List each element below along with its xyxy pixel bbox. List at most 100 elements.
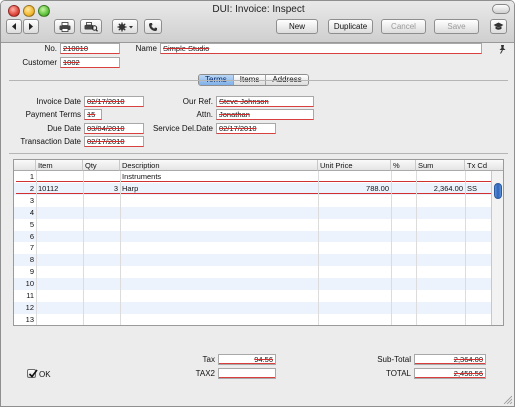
payment-terms-field[interactable]: 15: [84, 109, 102, 120]
description-cell[interactable]: [122, 231, 316, 243]
qty-cell[interactable]: [84, 254, 118, 266]
item-cell[interactable]: [38, 231, 82, 243]
percent-cell[interactable]: [393, 231, 414, 243]
new-button[interactable]: New: [276, 19, 318, 34]
tax-code-cell[interactable]: [467, 290, 489, 302]
sum-cell[interactable]: [418, 207, 463, 219]
percent-cell[interactable]: [393, 207, 414, 219]
unit-price-cell[interactable]: [320, 254, 389, 266]
item-cell[interactable]: [38, 302, 82, 314]
tax-code-cell[interactable]: [467, 231, 489, 243]
grid-header-sum[interactable]: Sum: [416, 160, 465, 171]
grid-header-unit-price[interactable]: Unit Price: [318, 160, 391, 171]
qty-cell[interactable]: [84, 242, 118, 254]
invoice-number-field[interactable]: 210010: [60, 43, 120, 54]
qty-cell[interactable]: [84, 207, 118, 219]
unit-price-cell[interactable]: [320, 195, 389, 207]
description-cell[interactable]: [122, 195, 316, 207]
table-row[interactable]: 3: [14, 195, 492, 207]
unit-price-cell[interactable]: [320, 314, 389, 325]
customer-field[interactable]: 1002: [60, 57, 120, 68]
tax-code-cell[interactable]: [467, 266, 489, 278]
grid-scrollbar[interactable]: [491, 171, 503, 325]
sum-cell[interactable]: [418, 266, 463, 278]
percent-cell[interactable]: [393, 219, 414, 231]
tax-code-cell[interactable]: [467, 207, 489, 219]
item-cell[interactable]: [38, 314, 82, 325]
service-del-date-field[interactable]: 02/17/2010: [216, 123, 276, 134]
item-cell[interactable]: [38, 254, 82, 266]
qty-cell[interactable]: [84, 231, 118, 243]
qty-cell[interactable]: [84, 314, 118, 325]
sum-cell[interactable]: [418, 254, 463, 266]
attn-field[interactable]: Jonathan: [216, 109, 314, 120]
description-cell[interactable]: [122, 242, 316, 254]
table-row[interactable]: 9: [14, 266, 492, 278]
table-row[interactable]: 5: [14, 219, 492, 231]
tax-code-cell[interactable]: [467, 254, 489, 266]
table-row[interactable]: 8: [14, 254, 492, 267]
table-row[interactable]: 11: [14, 290, 492, 302]
resize-grip-icon[interactable]: [502, 394, 512, 404]
qty-cell[interactable]: [84, 266, 118, 278]
percent-cell[interactable]: [393, 254, 414, 266]
qty-cell[interactable]: [84, 219, 118, 231]
table-row[interactable]: 6: [14, 230, 492, 243]
sum-cell[interactable]: [418, 231, 463, 243]
unit-price-cell[interactable]: [320, 231, 389, 243]
operations-menu-button[interactable]: [112, 19, 138, 34]
grid-header-description[interactable]: Description: [120, 160, 318, 171]
print-button[interactable]: [54, 19, 75, 34]
tax-code-cell[interactable]: [467, 278, 489, 290]
table-row[interactable]: 1 Instruments: [14, 171, 492, 183]
toolbar-toggle-button[interactable]: [492, 4, 510, 14]
qty-cell[interactable]: [84, 290, 118, 302]
unit-price-cell[interactable]: [320, 266, 389, 278]
description-cell[interactable]: [122, 290, 316, 302]
description-cell[interactable]: [122, 254, 316, 266]
item-cell[interactable]: [38, 242, 82, 254]
item-cell[interactable]: [38, 195, 82, 207]
save-button[interactable]: Save: [434, 19, 479, 34]
items-grid[interactable]: Item Qty Description Unit Price % Sum Tx…: [13, 159, 504, 326]
description-cell[interactable]: [122, 302, 316, 314]
unit-price-cell[interactable]: [320, 207, 389, 219]
previous-record-button[interactable]: [6, 19, 22, 34]
cancel-button[interactable]: Cancel: [381, 19, 426, 34]
percent-cell[interactable]: [393, 302, 414, 314]
description-cell[interactable]: [122, 278, 316, 290]
our-ref-field[interactable]: Steve Johnson: [216, 96, 314, 107]
unit-price-cell[interactable]: [320, 290, 389, 302]
description-cell[interactable]: [122, 314, 316, 325]
unit-price-cell[interactable]: [320, 242, 389, 254]
tax-code-cell[interactable]: [467, 242, 489, 254]
item-cell[interactable]: [38, 266, 82, 278]
tax-code-cell[interactable]: [467, 195, 489, 207]
sum-cell[interactable]: [418, 290, 463, 302]
table-row[interactable]: 4: [14, 206, 492, 219]
grid-scroll-thumb[interactable]: [494, 183, 502, 199]
item-cell[interactable]: [38, 219, 82, 231]
sum-cell[interactable]: [418, 314, 463, 325]
sum-cell[interactable]: [418, 195, 463, 207]
ok-checkbox[interactable]: [27, 369, 38, 378]
pin-icon[interactable]: [498, 44, 507, 56]
sum-cell[interactable]: [418, 242, 463, 254]
item-cell[interactable]: [38, 278, 82, 290]
table-row[interactable]: 12: [14, 301, 492, 314]
unit-price-cell[interactable]: [320, 219, 389, 231]
grid-header-percent[interactable]: %: [391, 160, 416, 171]
description-cell[interactable]: [122, 207, 316, 219]
item-cell[interactable]: [38, 207, 82, 219]
table-row[interactable]: 7: [14, 242, 492, 254]
customer-name-field[interactable]: Simple Studio: [160, 43, 482, 54]
description-cell[interactable]: [122, 219, 316, 231]
percent-cell[interactable]: [393, 195, 414, 207]
grid-header-item[interactable]: Item: [36, 160, 83, 171]
unit-price-cell[interactable]: [320, 302, 389, 314]
sum-cell[interactable]: [418, 278, 463, 290]
table-row[interactable]: 10: [14, 278, 492, 290]
qty-cell[interactable]: [84, 278, 118, 290]
invoice-date-field[interactable]: 02/17/2010: [84, 96, 144, 107]
grid-header-tax-code[interactable]: Tx Cd: [465, 160, 503, 171]
